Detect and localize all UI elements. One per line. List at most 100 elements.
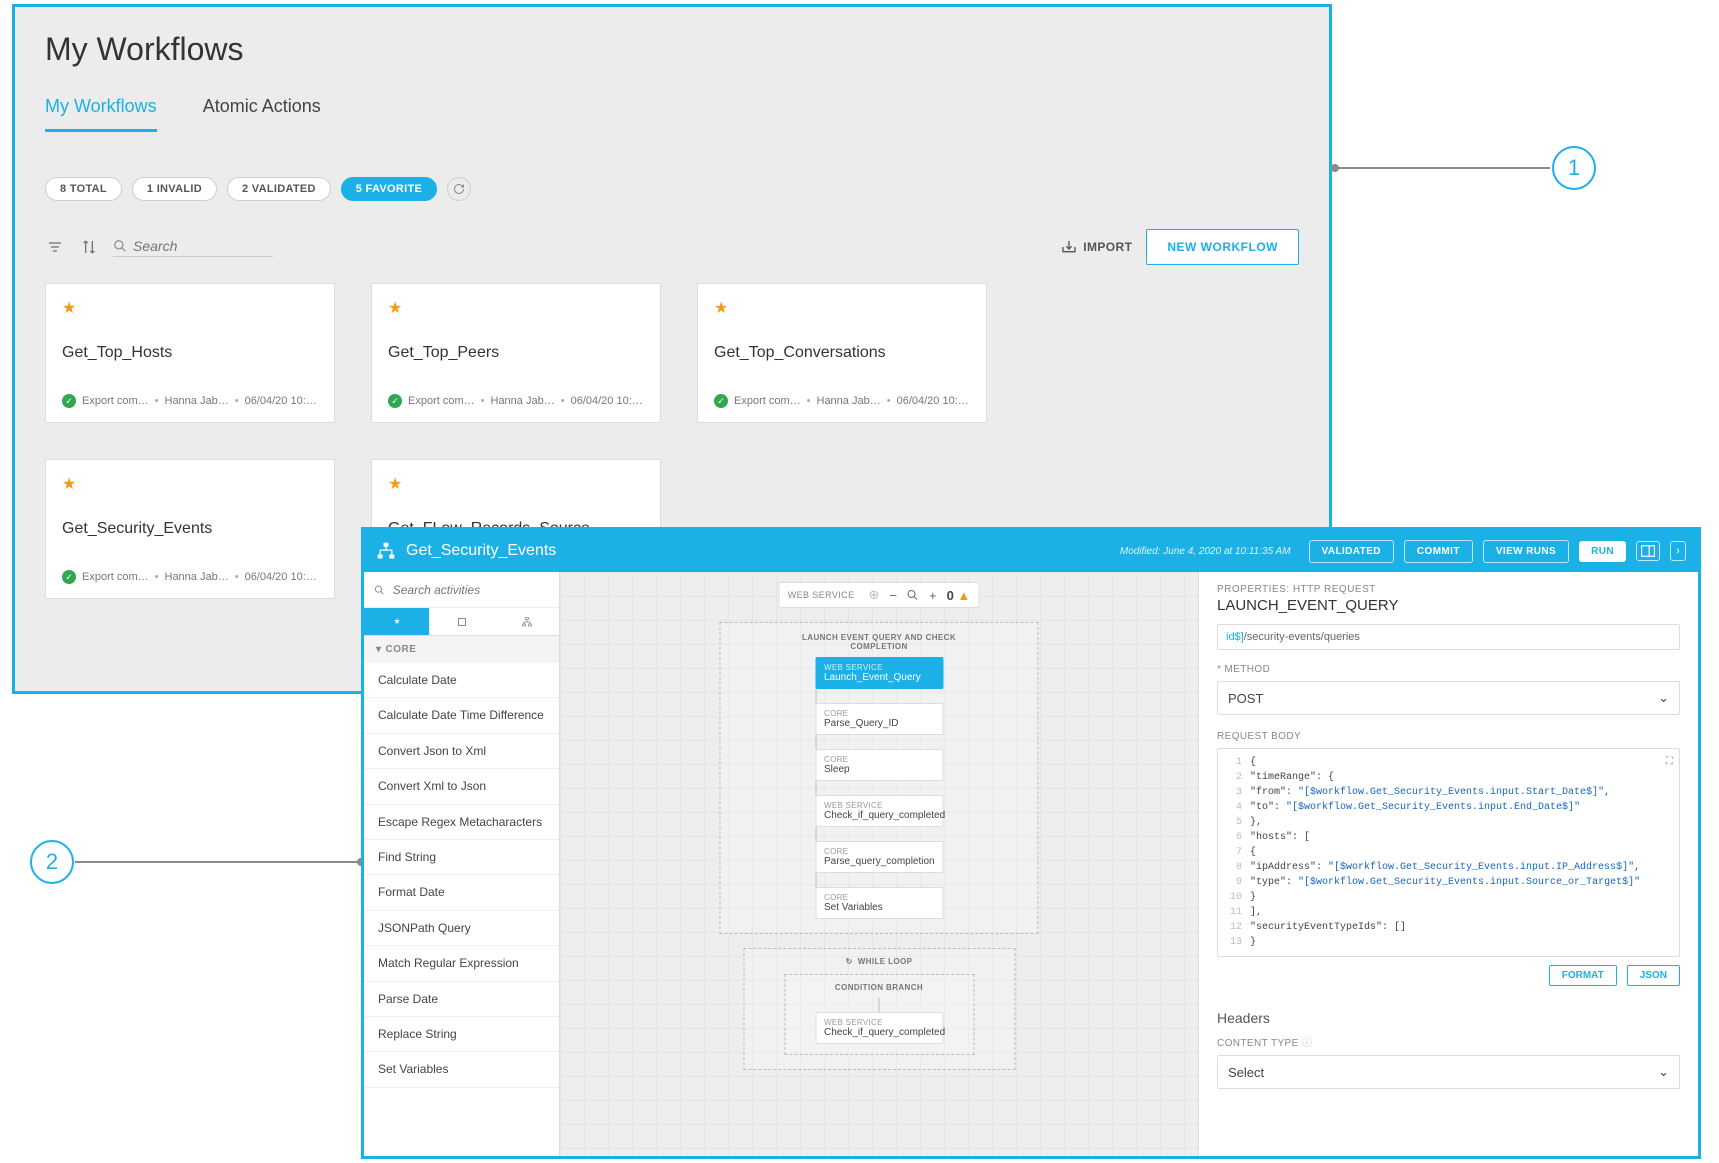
commit-button[interactable]: COMMIT: [1404, 540, 1473, 563]
code-line: 1{: [1224, 755, 1673, 770]
info-icon[interactable]: ⓘ: [1302, 1038, 1312, 1049]
chevron-down-icon: ⌄: [1658, 1064, 1669, 1080]
pill-validated[interactable]: 2 VALIDATED: [227, 177, 331, 201]
content-type-select[interactable]: Select ⌄: [1217, 1055, 1680, 1089]
view-runs-button[interactable]: VIEW RUNS: [1483, 540, 1569, 563]
search-icon: [113, 239, 127, 253]
format-button[interactable]: FORMAT: [1549, 965, 1617, 986]
check-icon: ✓: [714, 394, 728, 408]
date-text: 06/04/20 10:…: [245, 571, 317, 583]
chevron-right-icon[interactable]: ›: [1670, 541, 1686, 561]
author-text: Hanna Jab…: [165, 395, 229, 407]
tab-atomic-actions[interactable]: Atomic Actions: [203, 96, 321, 132]
warning-icon[interactable]: 0 ▲: [947, 588, 971, 603]
workflow-canvas[interactable]: WEB SERVICE ⊕ − + 0 ▲ LAUNCH EVENT QUERY…: [560, 572, 1198, 1156]
activity-item[interactable]: Calculate Date: [364, 663, 559, 698]
node-type: WEB SERVICE: [824, 1018, 934, 1027]
activity-item[interactable]: Parse Date: [364, 982, 559, 1017]
category-header[interactable]: ▾CORE: [364, 636, 559, 663]
activities-search-input[interactable]: [393, 583, 549, 597]
code-line: 6 "hosts": [: [1224, 830, 1673, 845]
activity-item[interactable]: Format Date: [364, 875, 559, 910]
workflow-card-title: Get_Top_Hosts: [62, 344, 318, 362]
panel-layout-icon[interactable]: [1636, 541, 1660, 561]
star-icon[interactable]: ★: [62, 474, 318, 494]
method-select[interactable]: POST ⌄: [1217, 681, 1680, 715]
json-button[interactable]: JSON: [1627, 965, 1680, 986]
condition-branch-label: CONDITION BRANCH: [835, 983, 923, 992]
status-text: Export com…: [734, 395, 801, 407]
new-workflow-button[interactable]: NEW WORKFLOW: [1146, 229, 1299, 265]
workflow-card-title: Get_Top_Conversations: [714, 344, 970, 362]
workflow-card[interactable]: ★Get_Top_Conversations✓Export com…•Hanna…: [697, 283, 987, 423]
node-type: WEB SERVICE: [824, 801, 934, 810]
workflow-editor-panel: Get_Security_Events Modified: June 4, 20…: [361, 527, 1701, 1159]
reset-zoom-icon[interactable]: ⊕: [868, 587, 879, 603]
activity-item[interactable]: Convert Json to Xml: [364, 734, 559, 769]
callout-1-leader: [1334, 167, 1550, 169]
code-line: 12 "securityEventTypeIds": []: [1224, 920, 1673, 935]
code-line: 10 }: [1224, 890, 1673, 905]
search-input[interactable]: [133, 238, 273, 254]
method-label: * METHOD: [1217, 664, 1680, 675]
mini-tab-tree[interactable]: [494, 608, 559, 635]
node-type: CORE: [824, 755, 934, 764]
filter-pills: 8 TOTAL 1 INVALID 2 VALIDATED 5 FAVORITE: [45, 177, 1299, 201]
star-icon[interactable]: ★: [388, 298, 644, 318]
workflow-node[interactable]: COREParse_query_completion: [815, 841, 943, 873]
star-icon[interactable]: ★: [714, 298, 970, 318]
activity-item[interactable]: Replace String: [364, 1017, 559, 1052]
condition-branch-block[interactable]: CONDITION BRANCH WEB SERVICE Check_if_qu…: [784, 974, 974, 1055]
zoom-fit-icon[interactable]: [907, 589, 919, 601]
activity-item[interactable]: JSONPath Query: [364, 911, 559, 946]
node-type: CORE: [824, 709, 934, 718]
workflow-node[interactable]: WEB SERVICE Check_if_query_completed: [815, 1012, 943, 1044]
workflow-node[interactable]: WEB SERVICECheck_if_query_completed: [815, 795, 943, 827]
activity-item[interactable]: Set Variables: [364, 1052, 559, 1087]
tabs: My Workflows Atomic Actions: [45, 96, 1299, 133]
import-button[interactable]: IMPORT: [1061, 239, 1132, 255]
activity-item[interactable]: Escape Regex Metacharacters: [364, 805, 559, 840]
url-variable: id$]: [1226, 631, 1244, 643]
star-icon[interactable]: ★: [388, 474, 644, 494]
author-text: Hanna Jab…: [165, 571, 229, 583]
activity-item[interactable]: Find String: [364, 840, 559, 875]
activity-item[interactable]: Convert Xml to Json: [364, 769, 559, 804]
mini-tab-logic[interactable]: [429, 608, 494, 635]
workflow-node[interactable]: COREParse_Query_ID: [815, 703, 943, 735]
sort-icon[interactable]: [79, 237, 99, 257]
pill-total[interactable]: 8 TOTAL: [45, 177, 122, 201]
activities-search-wrap: [364, 572, 559, 608]
workflow-node[interactable]: CORESleep: [815, 749, 943, 781]
workflow-card[interactable]: ★Get_Security_Events✓Export com…•Hanna J…: [45, 459, 335, 599]
activities-list[interactable]: Calculate DateCalculate Date Time Differ…: [364, 663, 559, 1156]
node-name: Check_if_query_completed: [824, 810, 934, 821]
activities-mini-tabs: [364, 608, 559, 636]
code-line: 3 "from": "[$workflow.Get_Security_Event…: [1224, 785, 1673, 800]
date-text: 06/04/20 10:…: [245, 395, 317, 407]
workflow-card[interactable]: ★Get_Top_Hosts✓Export com…•Hanna Jab…•06…: [45, 283, 335, 423]
while-loop-block[interactable]: ↻WHILE LOOP CONDITION BRANCH WEB SERVICE…: [743, 948, 1015, 1070]
workflow-node[interactable]: WEB SERVICELaunch_Event_Query: [815, 657, 943, 689]
validated-button[interactable]: VALIDATED: [1309, 540, 1394, 563]
refresh-icon[interactable]: [447, 177, 471, 201]
pill-favorite[interactable]: 5 FAVORITE: [341, 177, 437, 201]
fullscreen-icon[interactable]: ⛶: [1666, 755, 1673, 770]
zoom-in-icon[interactable]: +: [929, 588, 937, 603]
callout-2-leader: [75, 861, 360, 863]
zoom-out-icon[interactable]: −: [889, 588, 897, 603]
activity-item[interactable]: Calculate Date Time Difference: [364, 698, 559, 733]
star-icon[interactable]: ★: [62, 298, 318, 318]
content-type-label: CONTENT TYPE ⓘ: [1217, 1034, 1680, 1049]
activity-item[interactable]: Match Regular Expression: [364, 946, 559, 981]
tab-my-workflows[interactable]: My Workflows: [45, 96, 157, 132]
workflow-card[interactable]: ★Get_Top_Peers✓Export com…•Hanna Jab…•06…: [371, 283, 661, 423]
workflow-node[interactable]: CORESet Variables: [815, 887, 943, 919]
run-button[interactable]: RUN: [1579, 541, 1626, 562]
url-box[interactable]: id$]/security-events/queries: [1217, 624, 1680, 650]
mini-tab-activities[interactable]: [364, 608, 429, 635]
filter-icon[interactable]: [45, 237, 65, 257]
pill-invalid[interactable]: 1 INVALID: [132, 177, 217, 201]
request-body-editor[interactable]: ⛶ 1{2 "timeRange": {3 "from": "[$workflo…: [1217, 748, 1680, 957]
code-line: 7 {: [1224, 845, 1673, 860]
